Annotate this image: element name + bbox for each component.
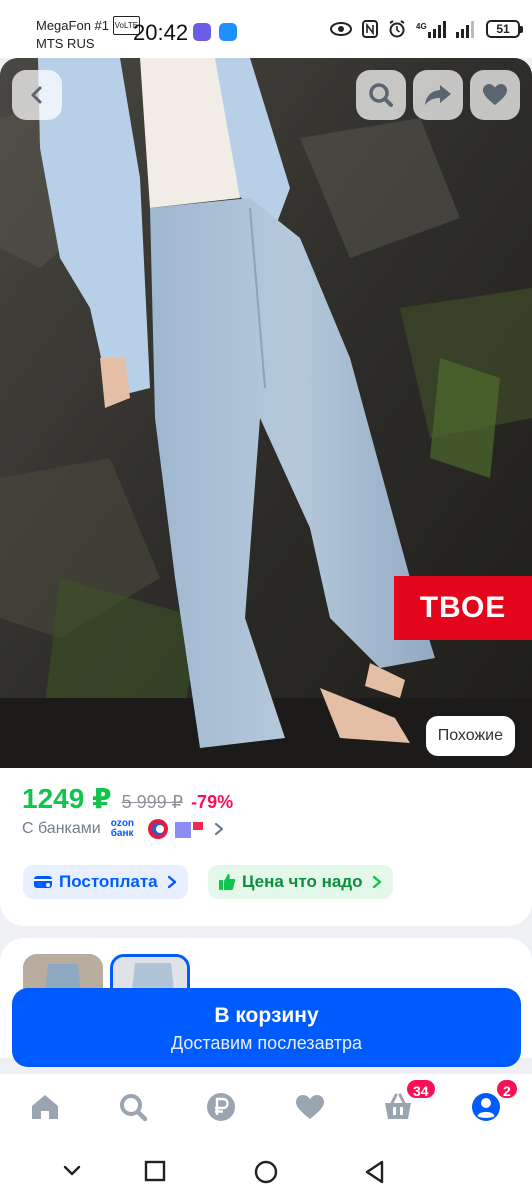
bank-logo-icon [147,819,168,839]
home-icon [32,1095,58,1119]
alarm-icon [389,20,405,38]
svg-text:4G: 4G [416,22,427,31]
postpay-label: Постоплата [59,872,158,891]
chevron-right-icon [372,875,381,889]
search-icon [369,83,393,107]
battery-indicator: 51 [486,20,523,38]
bank-logo-icon-2 [174,822,203,838]
product-image [0,58,532,768]
good-price-chip[interactable]: Цена что надо [208,865,393,899]
clock: 20:42 [133,20,189,45]
discount-badge: -79% [191,792,234,812]
price-card: 1249 ₽ 5 999 ₽ -79% С банками ozon банк П… [0,768,532,926]
chevron-left-icon [31,86,42,104]
card-icon [34,876,52,888]
profile-notification-badge: 2 [495,1078,519,1100]
back-nav-icon[interactable] [364,1160,386,1184]
product-photo[interactable]: ТВОЕ Похожие [0,58,532,768]
search-icon [120,1094,148,1122]
system-icons: 4G 51 [330,20,523,38]
delivery-label: Доставим послезавтра [170,1033,363,1053]
carrier-name-2: MTS RUS [36,36,95,51]
cart-count-badge: 34 [405,1078,437,1100]
eye-icon [330,22,352,36]
recent-apps-icon[interactable] [144,1160,166,1182]
status-bar: MegaFon #1 VoLTE MTS RUS 20:42 4G 51 [0,0,532,58]
chevron-right-icon [214,822,223,836]
nav-home[interactable] [28,1090,62,1124]
favorite-button[interactable] [470,70,520,120]
brand-logo: ТВОЕ [394,576,532,640]
add-to-cart-label: В корзину [214,1004,319,1027]
heart-icon [483,84,507,105]
thumbs-up-icon [219,874,236,890]
profile-icon [472,1093,500,1121]
nav-favorites[interactable] [293,1090,327,1124]
bank-label: С банками [22,820,101,837]
chevron-down-icon[interactable] [62,1160,82,1180]
postpay-chip[interactable]: Постоплата [23,865,188,899]
ruble-icon [207,1093,235,1121]
app-notification-icon [193,23,211,41]
similar-button[interactable]: Похожие [425,716,515,756]
ozon-bank-logo: ozon банк [111,819,141,839]
good-price-label: Цена что надо [242,872,363,891]
bottom-nav: 34 2 [0,1074,532,1144]
old-price: 5 999 ₽ [121,792,184,812]
current-price: 1249 ₽ [22,783,112,814]
system-nav-bar [0,1144,532,1200]
search-button[interactable] [356,70,406,120]
nav-search[interactable] [116,1090,150,1124]
heart-icon [296,1094,324,1119]
nfc-icon [362,20,378,38]
messenger-notification-icon [219,23,237,41]
nav-finance[interactable] [204,1090,238,1124]
carrier-info: MegaFon #1 VoLTE MTS RUS [36,16,141,52]
bank-offers[interactable]: С банками ozon банк [22,818,225,840]
signal-icon [456,21,474,38]
carrier-name-1: MegaFon #1 [36,18,109,33]
signal-4g-icon: 4G [416,21,446,38]
back-button[interactable] [12,70,62,120]
add-to-cart-button[interactable]: В корзину Доставим послезавтра [12,988,521,1067]
ozon-bank-line2: банк [110,828,134,839]
price-row: 1249 ₽ 5 999 ₽ -79% [22,782,233,815]
share-icon [425,85,451,105]
share-button[interactable] [413,70,463,120]
chevron-right-icon [167,875,176,889]
home-button-icon[interactable] [254,1160,278,1184]
